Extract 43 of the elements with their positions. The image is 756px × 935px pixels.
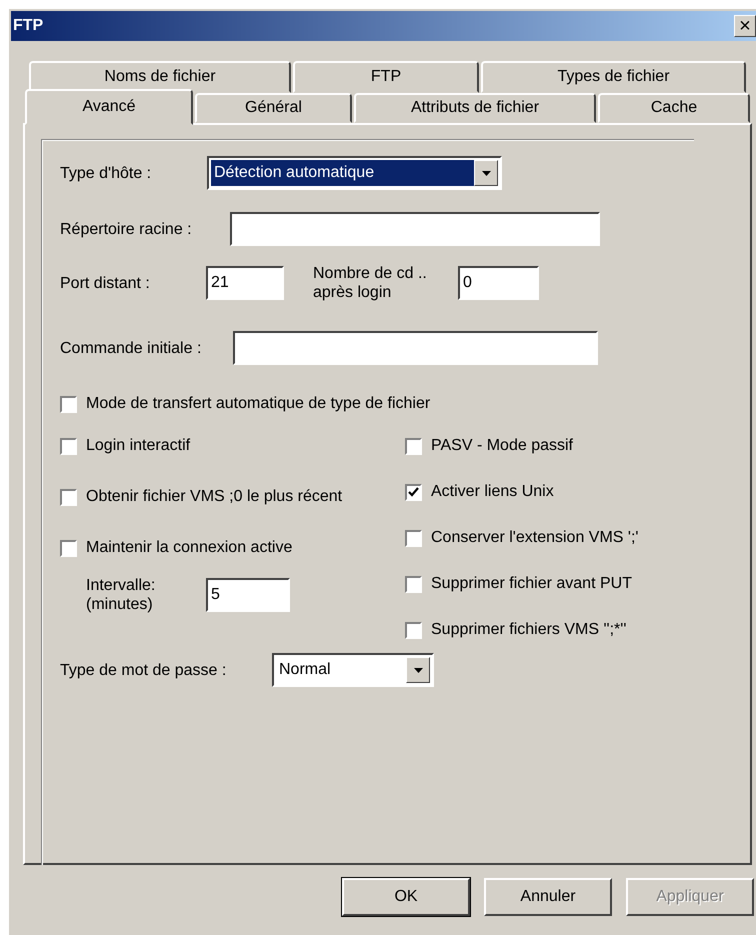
checkbox-option[interactable]: Conserver l'extension VMS ';' <box>405 529 638 547</box>
checkbox-option[interactable]: Supprimer fichiers VMS '';*'' <box>405 621 638 639</box>
checkbox-option[interactable]: PASV - Mode passif <box>405 437 638 455</box>
tab[interactable]: FTP <box>293 61 479 93</box>
interval-field[interactable]: 5 <box>206 578 290 612</box>
host-type-dropdown[interactable]: Détection automatique <box>207 156 502 190</box>
checkbox[interactable] <box>60 438 77 454</box>
cd-count-field[interactable]: 0 <box>458 266 539 300</box>
checkbox[interactable] <box>405 530 422 546</box>
checkbox-option[interactable]: Maintenir la connexion active <box>60 539 405 557</box>
checkbox[interactable] <box>405 576 422 592</box>
initial-command-label: Commande initiale : <box>60 338 202 358</box>
initial-command-field[interactable] <box>233 331 598 365</box>
tab[interactable]: Noms de fichier <box>29 61 291 93</box>
dialog-button[interactable]: OK <box>342 878 470 916</box>
dialog-button[interactable]: Annuler <box>484 878 612 916</box>
root-directory-field[interactable] <box>230 212 600 246</box>
tab[interactable]: Général <box>195 93 352 123</box>
checkbox-option[interactable]: Obtenir fichier VMS ;0 le plus récent <box>60 488 405 506</box>
checkbox-option[interactable]: Supprimer fichier avant PUT <box>405 575 638 593</box>
checkbox[interactable] <box>60 540 77 556</box>
remote-port-field[interactable]: 21 <box>206 266 284 300</box>
tab[interactable]: Avancé <box>25 89 193 125</box>
interval-label: Intervalle: (minutes) <box>86 576 156 614</box>
checkbox-option[interactable]: Login interactif <box>60 437 405 455</box>
checkbox[interactable] <box>60 396 77 412</box>
remote-port-label: Port distant : <box>60 274 151 292</box>
tab[interactable]: Attributs de fichier <box>354 93 596 123</box>
checkbox[interactable] <box>405 438 422 454</box>
close-button[interactable]: × <box>734 15 756 37</box>
password-type-dropdown[interactable]: Normal <box>272 653 434 687</box>
checkbox[interactable] <box>405 622 422 638</box>
tab[interactable]: Types de fichier <box>481 61 746 93</box>
window-title: FTP <box>13 17 44 35</box>
checkbox-option[interactable]: Mode de transfert automatique de type de fichier <box>60 395 694 413</box>
checkbox[interactable] <box>60 488 77 506</box>
cd-count-label: Nombre de cd .. après login <box>313 264 428 302</box>
checkbox-option[interactable]: Activer liens Unix <box>405 483 638 501</box>
password-type-label: Type de mot de passe : <box>60 660 228 680</box>
root-directory-label: Répertoire racine : <box>60 220 193 238</box>
host-type-label: Type d'hôte : <box>60 164 152 182</box>
checkbox[interactable] <box>405 484 422 500</box>
tab[interactable]: Cache <box>598 93 750 123</box>
